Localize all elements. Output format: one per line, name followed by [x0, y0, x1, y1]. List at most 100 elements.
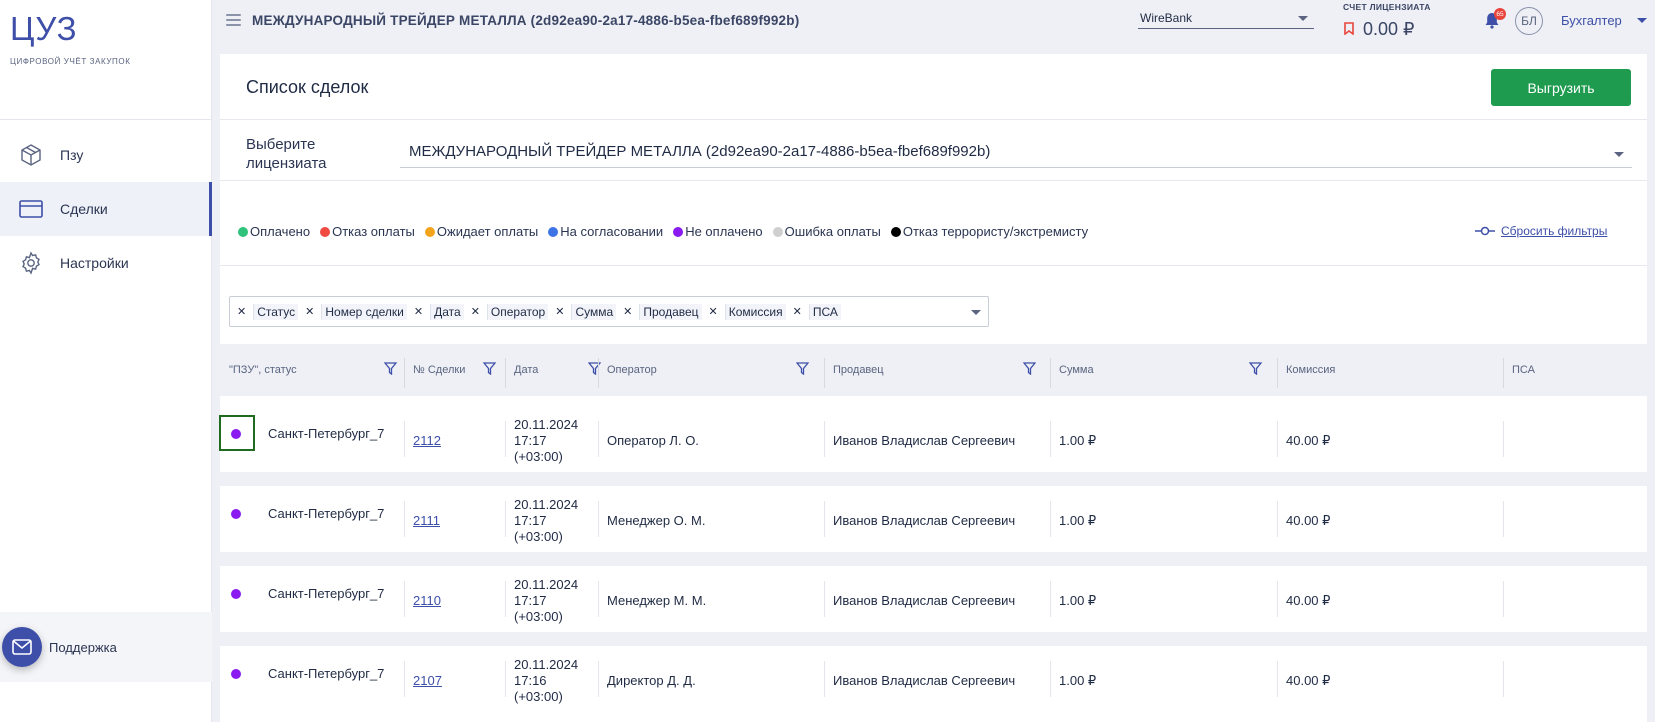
- column-header-date[interactable]: Дата: [514, 364, 538, 376]
- status-dot: [320, 226, 331, 237]
- column-divider: [404, 661, 405, 697]
- bank-select-value: WireBank: [1140, 11, 1193, 25]
- column-header-seller[interactable]: Продавец: [833, 364, 884, 376]
- column-divider: [1277, 358, 1278, 388]
- column-divider: [1503, 501, 1504, 537]
- status-dot: [231, 669, 241, 679]
- cell-time: 17:17: [514, 593, 547, 608]
- close-icon[interactable]: ✕: [468, 305, 483, 318]
- filter-icon[interactable]: [1248, 362, 1263, 378]
- support-button[interactable]: [2, 627, 42, 667]
- column-chip: ✕ Оператор: [468, 303, 549, 320]
- column-chip: ✕ Комиссия: [706, 303, 786, 320]
- column-header-commission[interactable]: Комиссия: [1286, 364, 1335, 376]
- legend-item-pending-approval[interactable]: На согласовании: [548, 224, 663, 239]
- close-icon[interactable]: ✕: [234, 305, 249, 318]
- sidebar-item-label: Настройки: [60, 255, 129, 271]
- table-row[interactable]: Санкт-Петербург_7 2110 20.11.2024 17:17 …: [220, 566, 1647, 632]
- column-divider: [824, 421, 825, 457]
- gear-icon: [18, 250, 44, 276]
- close-icon[interactable]: ✕: [790, 305, 805, 318]
- legend-label: Ожидает оплаты: [436, 224, 539, 239]
- legend-label: Ошибка оплаты: [784, 224, 881, 239]
- legend-item-terrorist-refusal[interactable]: Отказ террористу/экстремисту: [890, 224, 1089, 239]
- legend-label: Отказ террористу/экстремисту: [902, 224, 1089, 239]
- menu-icon[interactable]: [226, 14, 241, 26]
- reset-filters-link[interactable]: Сбросить фильтры: [1475, 224, 1607, 238]
- cell-location: Санкт-Петербург_7: [268, 586, 385, 601]
- column-chip: ✕ Статус: [234, 303, 299, 320]
- cell-time: 17:17: [514, 513, 547, 528]
- filter-icon[interactable]: [383, 362, 398, 378]
- status-dot: [238, 226, 248, 237]
- close-icon[interactable]: ✕: [620, 305, 635, 318]
- column-divider: [1050, 661, 1051, 697]
- table-row[interactable]: Санкт-Петербург_7 2111 20.11.2024 17:17 …: [220, 486, 1647, 552]
- column-chip-label: Комиссия: [724, 303, 786, 320]
- close-icon[interactable]: ✕: [411, 305, 426, 318]
- licensee-label: Выберите лицензиата: [246, 136, 327, 172]
- filter-icon[interactable]: [1022, 362, 1037, 378]
- filter-icon[interactable]: [587, 362, 602, 378]
- legend-label: Отказ оплаты: [332, 224, 415, 239]
- deal-number-link[interactable]: 2107: [413, 673, 442, 688]
- licensee-select[interactable]: МЕЖДУНАРОДНЫЙ ТРЕЙДЕР МЕТАЛЛА (2d92ea90-…: [400, 140, 1632, 168]
- support-label[interactable]: Поддержка: [49, 640, 117, 655]
- row-gap: [220, 632, 1647, 646]
- chevron-down-icon[interactable]: [971, 310, 981, 315]
- close-icon[interactable]: ✕: [302, 305, 317, 318]
- chevron-down-icon: [1298, 16, 1308, 21]
- close-icon[interactable]: ✕: [552, 305, 567, 318]
- legend-item-payment-refused[interactable]: Отказ оплаты: [320, 224, 415, 239]
- column-divider: [1503, 358, 1504, 388]
- column-divider: [505, 358, 506, 388]
- avatar[interactable]: БЛ: [1515, 7, 1543, 35]
- deal-number-link[interactable]: 2110: [413, 593, 441, 608]
- cell-timezone: (+03:00): [514, 529, 563, 544]
- sidebar-item-label: Сделки: [60, 201, 108, 217]
- legend-item-unpaid[interactable]: Не оплачено: [673, 224, 763, 239]
- table-row[interactable]: Санкт-Петербург_7 2112 20.11.2024 17:17 …: [219, 406, 1647, 472]
- deal-number-link[interactable]: 2112: [413, 433, 441, 448]
- legend-item-payment-error[interactable]: Ошибка оплаты: [772, 224, 881, 239]
- status-dot: [231, 429, 241, 439]
- sidebar-item-settings[interactable]: Настройки: [0, 236, 212, 290]
- cell-seller: Иванов Владислав Сергеевич: [833, 673, 1016, 688]
- column-divider: [824, 501, 825, 537]
- column-divider: [598, 358, 599, 388]
- column-header-sum[interactable]: Сумма: [1059, 364, 1094, 376]
- column-divider: [505, 501, 506, 537]
- column-header-status[interactable]: "ПЗУ", статус: [229, 364, 297, 376]
- column-chip: ✕ ПСА: [790, 303, 841, 320]
- status-dot: [772, 226, 783, 237]
- close-icon[interactable]: ✕: [706, 305, 721, 318]
- bank-select[interactable]: WireBank: [1138, 9, 1314, 29]
- row-gap: [220, 552, 1647, 566]
- cell-date: 20.11.2024: [514, 657, 579, 672]
- user-role-menu[interactable]: Бухгалтер: [1561, 13, 1647, 28]
- deal-number-link[interactable]: 2111: [413, 513, 440, 528]
- column-chip-label: Дата: [430, 303, 464, 320]
- account-balance: 0.00 ₽: [1363, 19, 1415, 39]
- chevron-down-icon: [1614, 152, 1624, 157]
- sidebar-item-pzu[interactable]: Пзу: [0, 128, 212, 182]
- column-chips-select[interactable]: ✕ Статус ✕ Номер сделки ✕ Дата ✕ Оператор ✕ С…: [229, 296, 989, 327]
- column-chip-label: Продавец: [639, 303, 702, 320]
- filter-icon[interactable]: [795, 362, 810, 378]
- legend-item-paid[interactable]: Оплачено: [238, 224, 310, 239]
- legend-label: Не оплачено: [685, 224, 763, 239]
- legend-item-awaiting-payment[interactable]: Ожидает оплаты: [424, 224, 539, 239]
- export-button[interactable]: Выгрузить: [1491, 69, 1631, 106]
- column-header-operator[interactable]: Оператор: [607, 364, 657, 376]
- column-chip: ✕ Продавец: [620, 303, 702, 320]
- sidebar-item-label: Пзу: [60, 147, 84, 163]
- filter-icon[interactable]: [482, 362, 497, 378]
- column-divider: [1503, 661, 1504, 697]
- table-row[interactable]: Санкт-Петербург_7 2107 20.11.2024 17:16 …: [220, 646, 1647, 712]
- cell-seller: Иванов Владислав Сергеевич: [833, 433, 1016, 448]
- column-divider: [404, 501, 405, 537]
- column-header-deal-number[interactable]: № Сделки: [413, 364, 465, 376]
- column-header-psa[interactable]: ПСА: [1512, 364, 1535, 376]
- sidebar-item-deals[interactable]: Сделки: [0, 182, 212, 236]
- column-divider: [1277, 581, 1278, 617]
